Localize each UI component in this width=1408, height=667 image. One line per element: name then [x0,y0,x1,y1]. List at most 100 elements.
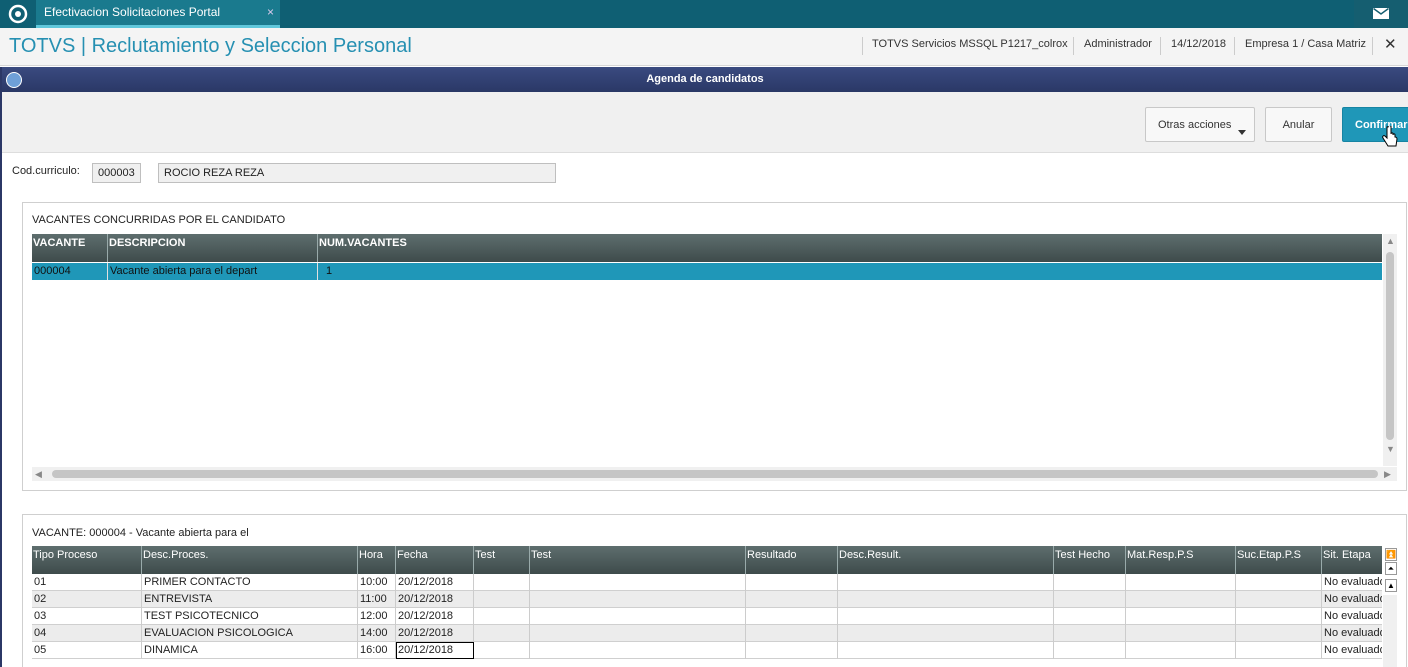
col-vacante[interactable]: VACANTE [32,234,108,262]
col-test-hecho[interactable]: Test Hecho [1054,546,1126,574]
cell-empty [1054,625,1126,642]
tab-close-icon[interactable]: × [267,0,274,25]
col-desc-proces[interactable]: Desc.Proces. [142,546,358,574]
date-info: 14/12/2018 [1171,38,1227,50]
mail-button[interactable] [1354,0,1408,28]
app-title: TOTVS | Reclutamiento y Seleccion Person… [9,35,412,57]
cell-empty [530,642,746,659]
scroll-up-icon[interactable]: ▲ [1386,236,1395,246]
company-info: Empresa 1 / Casa Matriz [1245,38,1367,50]
tab-efectivacion[interactable]: Efectivacion Solicitaciones Portal [02.9… [36,0,280,44]
col-tipo-proceso[interactable]: Tipo Proceso [32,546,142,574]
confirmar-button[interactable]: Confirmar [1342,107,1408,142]
cell-empty [474,608,530,625]
cell-desc: PRIMER CONTACTO [142,574,358,591]
col-hora[interactable]: Hora [358,546,396,574]
cod-curriculo-field[interactable]: 000003 [92,163,141,183]
cell-sit: No evaluado [1324,593,1382,605]
cell-empty [1054,591,1126,608]
cell-empty [1236,642,1322,659]
cell-empty [1236,574,1322,591]
scroll-down-icon[interactable]: ▼ [1386,444,1395,454]
cod-curriculo-label: Cod.curriculo: [12,165,80,177]
vacantes-horizontal-scrollbar[interactable]: ◀ ▶ [32,467,1397,481]
cell-hora: 11:00 [358,591,396,608]
cell-sit: No evaluado [1324,610,1382,622]
cell-empty [1126,574,1236,591]
cell-empty [1126,608,1236,625]
vacantes-grid-header: VACANTE DESCRIPCION NUM.VACANTES [32,234,1382,262]
agenda-vertical-scrollbar[interactable] [1383,595,1397,667]
close-app-icon[interactable]: ✕ [1384,35,1397,53]
scroll-page-up-icon[interactable]: ⏶ [1385,562,1397,575]
cell-sit: No evaluado [1324,644,1382,656]
cell-empty [1054,574,1126,591]
cell-fecha[interactable]: 20/12/2018 [396,642,474,659]
table-row[interactable]: 02 ENTREVISTA 11:00 20/12/2018 No evaluado [32,591,1382,608]
dialog-icon [6,72,22,88]
scroll-up-icon[interactable]: ▲ [1385,579,1397,592]
mail-icon [1373,8,1389,19]
cell-empty [746,625,838,642]
scroll-left-icon[interactable]: ◀ [35,469,42,480]
header-separator [1073,37,1074,55]
cell-tipo: 02 [32,591,142,608]
cell-empty [474,642,530,659]
col-mat-resp[interactable]: Mat.Resp.P.S [1126,546,1236,574]
cell-vacante: 000004 [32,263,108,280]
cell-empty [838,608,1054,625]
scroll-right-icon[interactable]: ▶ [1384,469,1391,480]
scroll-top-icon[interactable]: ⏫ [1385,548,1397,561]
cell-empty [474,625,530,642]
agenda-title: VACANTE: 000004 - Vacante abierta para e… [32,527,249,539]
cell-empty [530,608,746,625]
user-info: Administrador [1084,38,1152,50]
agenda-panel: VACANTE: 000004 - Vacante abierta para e… [22,514,1407,667]
vacantes-title: VACANTES CONCURRIDAS POR EL CANDIDATO [32,214,286,226]
vacantes-vertical-scrollbar[interactable]: ▲ ▼ [1383,234,1397,466]
app-header: TOTVS | Reclutamiento y Seleccion Person… [0,28,1408,66]
col-resultado[interactable]: Resultado [746,546,838,574]
col-num-vacantes[interactable]: NUM.VACANTES [318,234,1382,262]
cell-empty [1236,625,1322,642]
anular-button[interactable]: Anular [1265,107,1332,142]
cell-empty [746,642,838,659]
col-desc-result[interactable]: Desc.Result. [838,546,1054,574]
header-separator [862,37,863,55]
table-row[interactable]: 05 DINAMICA 16:00 20/12/2018 No evaluado [32,642,1382,659]
cell-fecha: 20/12/2018 [396,625,474,642]
otras-acciones-button[interactable]: Otras acciones [1145,107,1255,142]
header-separator [1160,37,1161,55]
totvs-logo-icon[interactable] [8,4,28,24]
cell-fecha: 20/12/2018 [396,591,474,608]
cell-fecha: 20/12/2018 [396,574,474,591]
col-descripcion[interactable]: DESCRIPCION [108,234,318,262]
col-test-desc[interactable]: Test [530,546,746,574]
horizontal-scroll-thumb[interactable] [52,470,1378,478]
cell-empty [838,642,1054,659]
top-tab-bar: Efectivacion Solicitaciones Portal [02.9… [0,0,1408,44]
col-fecha[interactable]: Fecha [396,546,474,574]
server-info: TOTVS Servicios MSSQL P1217_colrox [872,38,1068,50]
table-row[interactable]: 03 TEST PSICOTECNICO 12:00 20/12/2018 No eva… [32,608,1382,625]
hand-cursor-icon [1382,126,1398,147]
table-row[interactable]: 01 PRIMER CONTACTO 10:00 20/12/2018 No evalu… [32,574,1382,591]
cell-fecha: 20/12/2018 [396,608,474,625]
cell-empty [530,591,746,608]
header-separator [1234,37,1235,55]
vertical-scroll-thumb[interactable] [1386,252,1394,440]
cell-empty [838,574,1054,591]
cell-empty [474,591,530,608]
col-suc-etap[interactable]: Suc.Etap.P.S [1236,546,1322,574]
caret-down-icon [1238,130,1246,135]
cell-empty [746,574,838,591]
candidate-name-field[interactable]: ROCIO REZA REZA [158,163,556,183]
cell-hora: 14:00 [358,625,396,642]
col-sit-etapa[interactable]: Sit. Etapa [1322,546,1382,574]
cell-tipo: 01 [32,574,142,591]
table-row[interactable]: 000004 Vacante abierta para el depart 1 [32,263,1382,280]
cell-empty [1126,642,1236,659]
table-row[interactable]: 04 EVALUACION PSICOLOGICA 14:00 20/12/2018 N… [32,625,1382,642]
cell-empty [474,574,530,591]
col-test[interactable]: Test [474,546,530,574]
